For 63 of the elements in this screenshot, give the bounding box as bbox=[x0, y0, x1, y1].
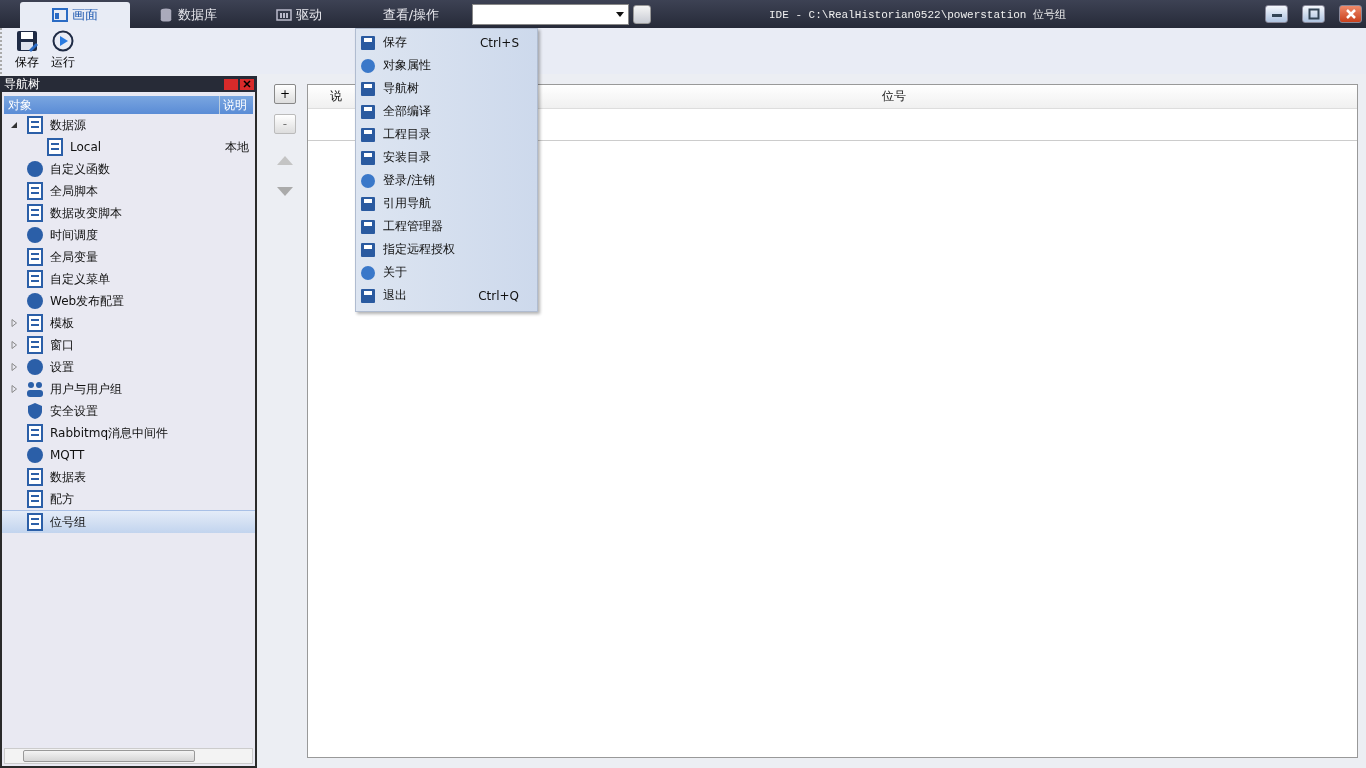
tree-item[interactable]: 数据改变脚本 bbox=[2, 202, 255, 224]
expand-icon[interactable] bbox=[10, 363, 18, 371]
menu-item[interactable]: 导航树 bbox=[356, 77, 537, 100]
tab[interactable]: 画面 bbox=[20, 2, 130, 28]
tree-item[interactable]: 数据表 bbox=[2, 466, 255, 488]
expanded-icon[interactable] bbox=[10, 121, 18, 129]
tree-item[interactable]: 安全设置 bbox=[2, 400, 255, 422]
tab[interactable]: 数据库 bbox=[132, 2, 242, 28]
add-button[interactable]: + bbox=[274, 84, 296, 104]
menu-item[interactable]: 安装目录 bbox=[356, 146, 537, 169]
tree-item[interactable]: 用户与用户组 bbox=[2, 378, 255, 400]
remove-button[interactable]: - bbox=[274, 114, 296, 134]
tab[interactable]: 查看/操作 bbox=[356, 2, 466, 28]
save-button[interactable]: 保存 bbox=[12, 28, 42, 73]
tree-item[interactable]: 配方 bbox=[2, 488, 255, 510]
minimize-button[interactable] bbox=[1265, 5, 1288, 23]
expand-icon[interactable] bbox=[10, 319, 18, 327]
tree-item[interactable]: Local 本地 bbox=[2, 136, 255, 158]
tree-item[interactable]: Web发布配置 bbox=[2, 290, 255, 312]
save-icon bbox=[360, 34, 376, 51]
tree-item[interactable]: 全局变量 bbox=[2, 246, 255, 268]
tree-item[interactable]: 自定义菜单 bbox=[2, 268, 255, 290]
maximize-button[interactable] bbox=[1302, 5, 1325, 23]
people-icon bbox=[26, 380, 44, 398]
caret-icon bbox=[616, 11, 624, 17]
run-button[interactable]: 运行 bbox=[48, 28, 78, 73]
menu-item[interactable]: 指定远程授权 bbox=[356, 238, 537, 261]
tree-item[interactable]: 设置 bbox=[2, 356, 255, 378]
expand-icon[interactable] bbox=[10, 385, 18, 393]
tree-item[interactable]: 窗口 bbox=[2, 334, 255, 356]
menu-item[interactable]: 关于 bbox=[356, 261, 537, 284]
tab[interactable]: 驱动 bbox=[244, 2, 354, 28]
menu-item[interactable]: 工程管理器 bbox=[356, 215, 537, 238]
tree-item[interactable]: 模板 bbox=[2, 312, 255, 334]
tree-item[interactable]: MQTT bbox=[2, 444, 255, 466]
menu-item[interactable]: 工程目录 bbox=[356, 123, 537, 146]
maximize-icon bbox=[1307, 8, 1320, 20]
window-title: IDE - C:\RealHistorian0522\powerstation 位号组 bbox=[769, 7, 1067, 22]
search-button[interactable] bbox=[633, 4, 651, 24]
tree-item[interactable]: 位号组 bbox=[2, 510, 255, 533]
tree-item[interactable]: 时间调度 bbox=[2, 224, 255, 246]
close-button[interactable] bbox=[1339, 5, 1362, 23]
menu-item[interactable]: 全部编译 bbox=[356, 100, 537, 123]
close-icon bbox=[1344, 8, 1357, 20]
menu-item[interactable]: 登录/注销 bbox=[356, 169, 537, 192]
move-down-icon[interactable] bbox=[277, 187, 293, 196]
script-icon bbox=[26, 182, 44, 200]
menu-item[interactable]: 引用导航 bbox=[356, 192, 537, 215]
play-icon bbox=[52, 30, 74, 52]
dropdown-field[interactable] bbox=[472, 3, 629, 25]
chip-icon bbox=[276, 8, 292, 22]
menu-item[interactable]: 对象属性 bbox=[356, 54, 537, 77]
panel-title: 导航树 bbox=[4, 75, 40, 93]
scrollbar[interactable] bbox=[4, 748, 253, 764]
menu-item[interactable]: 保存 Ctrl+S bbox=[356, 31, 537, 54]
tree-item[interactable]: 数据源 bbox=[2, 114, 255, 136]
tree-item[interactable]: 全局脚本 bbox=[2, 180, 255, 202]
close-button[interactable] bbox=[240, 78, 254, 90]
float-button[interactable] bbox=[224, 78, 238, 90]
expand-icon[interactable] bbox=[10, 341, 18, 349]
tree-item[interactable]: Rabbitmq消息中间件 bbox=[2, 422, 255, 444]
tree-item[interactable]: 自定义函数 bbox=[2, 158, 255, 180]
menu-item[interactable]: 退出 Ctrl+Q bbox=[356, 284, 537, 307]
